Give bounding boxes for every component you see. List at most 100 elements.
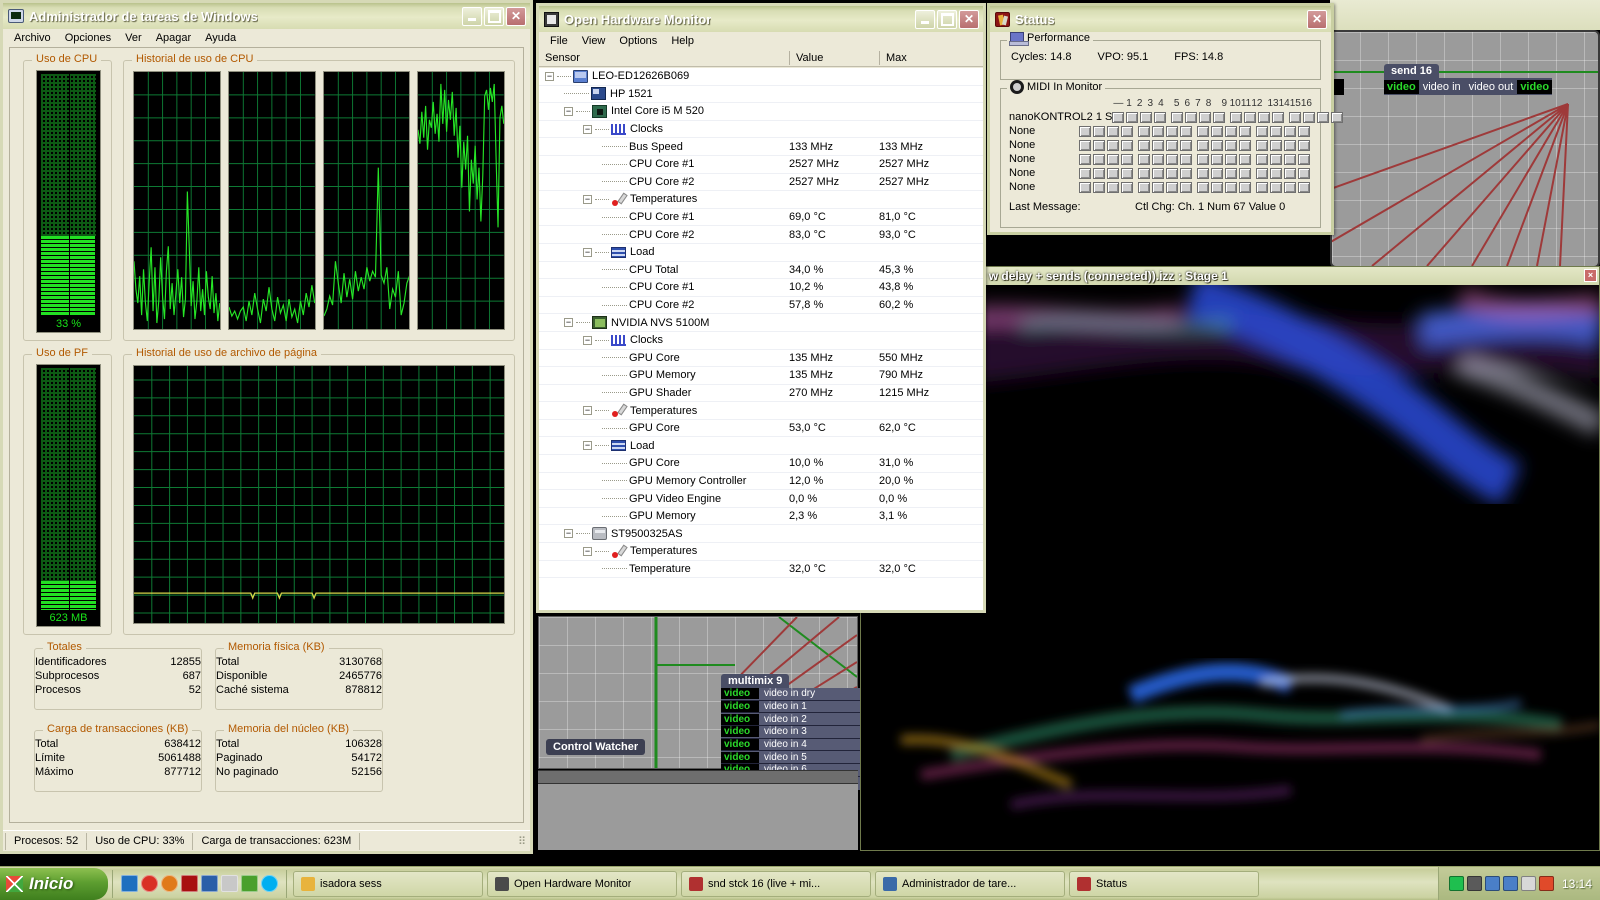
midi-channel-led[interactable] <box>1225 125 1237 137</box>
chrome-icon[interactable] <box>141 875 158 892</box>
tree-collapse-icon[interactable]: − <box>564 106 573 116</box>
menu-ayuda[interactable]: Ayuda <box>198 31 243 45</box>
minimize-button[interactable] <box>462 6 482 26</box>
tree-collapse-icon[interactable]: − <box>564 529 573 539</box>
sensor-row[interactable]: − Intel Core i5 M 520 <box>539 103 983 121</box>
close-button[interactable]: ✕ <box>959 9 979 29</box>
midi-channel-led[interactable] <box>1298 125 1310 137</box>
midi-channel-led[interactable] <box>1197 167 1209 179</box>
midi-channel-led[interactable] <box>1166 139 1178 151</box>
midi-channel-led[interactable] <box>1185 111 1198 123</box>
midi-channel-led[interactable] <box>1138 125 1150 137</box>
sensor-row[interactable]: GPU Memory Controller 12,0 % 20,0 % <box>539 473 983 491</box>
menu-view[interactable]: View <box>575 34 613 48</box>
midi-channel-led[interactable] <box>1284 181 1296 193</box>
open-hardware-monitor-window[interactable]: Open Hardware Monitor ✕ File View Option… <box>536 3 986 613</box>
sensor-row[interactable]: GPU Core 135 MHz 550 MHz <box>539 350 983 368</box>
midi-channel-led[interactable] <box>1107 125 1119 137</box>
messenger-icon[interactable] <box>221 875 238 892</box>
sensor-row[interactable]: − LEO-ED12626B069 <box>539 68 983 86</box>
midi-channel-led[interactable] <box>1166 125 1178 137</box>
midi-channel-led[interactable] <box>1079 139 1091 151</box>
node-send-16-in-port[interactable]: video <box>1384 79 1419 94</box>
midi-channel-led[interactable] <box>1079 181 1091 193</box>
node-multimix-input-row[interactable]: video video in 5 <box>721 751 861 765</box>
midi-channel-led[interactable] <box>1093 167 1105 179</box>
midi-channel-led[interactable] <box>1152 181 1164 193</box>
tree-collapse-icon[interactable]: − <box>583 441 592 451</box>
close-icon[interactable]: × <box>1584 269 1597 282</box>
tray-icons[interactable] <box>1448 876 1554 891</box>
midi-channel-led[interactable] <box>1140 111 1153 123</box>
midi-channel-led[interactable] <box>1239 181 1251 193</box>
tree-collapse-icon[interactable]: − <box>583 335 592 345</box>
column-sensor[interactable]: Sensor <box>539 51 789 65</box>
sensor-row[interactable]: CPU Core #1 69,0 °C 81,0 °C <box>539 209 983 227</box>
start-button[interactable]: Inicio <box>0 867 108 900</box>
midi-channel-led[interactable] <box>1152 125 1164 137</box>
midi-channel-led[interactable] <box>1298 167 1310 179</box>
sensor-row[interactable]: CPU Core #2 83,0 °C 93,0 °C <box>539 226 983 244</box>
taskbar-window-button[interactable]: Status <box>1069 870 1259 897</box>
midi-channel-led[interactable] <box>1272 111 1285 123</box>
menu-apagar[interactable]: Apagar <box>149 31 198 45</box>
midi-channel-led[interactable] <box>1225 153 1237 165</box>
sensor-row[interactable]: GPU Video Engine 0,0 % 0,0 % <box>539 490 983 508</box>
midi-channel-led[interactable] <box>1152 153 1164 165</box>
sensor-row[interactable]: CPU Total 34,0 % 45,3 % <box>539 262 983 280</box>
midi-channel-led[interactable] <box>1317 111 1330 123</box>
network-disconnected-icon[interactable] <box>1484 876 1500 891</box>
status-titlebar[interactable]: Status ✕ <box>990 6 1331 32</box>
midi-channel-led[interactable] <box>1121 167 1133 179</box>
taskbar-window-button[interactable]: snd stck 16 (live + mi... <box>681 870 871 897</box>
sensor-row[interactable]: GPU Memory 135 MHz 790 MHz <box>539 367 983 385</box>
midi-channel-led[interactable] <box>1270 181 1282 193</box>
midi-channel-led[interactable] <box>1284 167 1296 179</box>
midi-channel-led[interactable] <box>1303 111 1316 123</box>
midi-channel-led[interactable] <box>1239 167 1251 179</box>
taskbar-window-button[interactable]: Open Hardware Monitor <box>487 870 677 897</box>
midi-channel-led[interactable] <box>1197 125 1209 137</box>
midi-channel-led[interactable] <box>1093 153 1105 165</box>
ohm-column-headers[interactable]: Sensor Value Max <box>539 49 983 67</box>
ohm-tray-icon[interactable] <box>1466 876 1482 891</box>
node-multimix-input-row[interactable]: video video in 4 <box>721 739 861 752</box>
midi-channel-led[interactable] <box>1256 125 1268 137</box>
sensor-row[interactable]: CPU Core #1 2527 MHz 2527 MHz <box>539 156 983 174</box>
taskbar-window-button[interactable]: Administrador de tare... <box>875 870 1065 897</box>
midi-channel-led[interactable] <box>1180 139 1192 151</box>
column-max[interactable]: Max <box>879 50 983 65</box>
midi-channel-led[interactable] <box>1270 139 1282 151</box>
system-tray[interactable]: 13:14 <box>1437 866 1600 900</box>
midi-channel-led[interactable] <box>1079 153 1091 165</box>
taskbar[interactable]: Inicio isadora sess Open Hardware Monitor… <box>0 866 1600 900</box>
midi-channel-led[interactable] <box>1258 111 1271 123</box>
menu-file[interactable]: File <box>543 34 575 48</box>
node-multimix-input-row[interactable]: video video in 2 <box>721 713 861 727</box>
sensor-row[interactable]: − Load <box>539 437 983 456</box>
midi-channel-led[interactable] <box>1093 125 1105 137</box>
midi-channel-led[interactable] <box>1298 153 1310 165</box>
close-button[interactable]: ✕ <box>1307 9 1327 29</box>
midi-channel-led[interactable] <box>1211 139 1223 151</box>
multimix-port[interactable]: video <box>721 739 759 751</box>
ie-icon[interactable] <box>121 875 138 892</box>
multimix-port[interactable]: video <box>721 713 759 725</box>
midi-channel-led[interactable] <box>1079 167 1091 179</box>
midi-channel-led[interactable] <box>1138 167 1150 179</box>
midi-channel-led[interactable] <box>1331 111 1344 123</box>
node-multimix-input-row[interactable]: video video in 3 <box>721 726 861 739</box>
midi-channel-led[interactable] <box>1121 125 1133 137</box>
multimix-port[interactable]: video <box>721 688 759 700</box>
sensor-row[interactable]: Bus Speed 133 MHz 133 MHz <box>539 138 983 156</box>
midi-channel-led[interactable] <box>1197 139 1209 151</box>
task-manager-titlebar[interactable]: Administrador de tareas de Windows ✕ <box>3 3 530 29</box>
midi-channel-led[interactable] <box>1166 153 1178 165</box>
tree-collapse-icon[interactable]: − <box>583 194 592 204</box>
isadora-status-window[interactable]: Status ✕ Performance Cycles: 14.8 VPO: 9… <box>987 3 1344 235</box>
sensor-row[interactable]: HP 1521 <box>539 86 983 104</box>
sensor-row[interactable]: − Temperatures <box>539 191 983 209</box>
tree-collapse-icon[interactable]: − <box>564 318 573 328</box>
tree-collapse-icon[interactable]: − <box>583 247 592 257</box>
midi-channel-led[interactable] <box>1230 111 1243 123</box>
